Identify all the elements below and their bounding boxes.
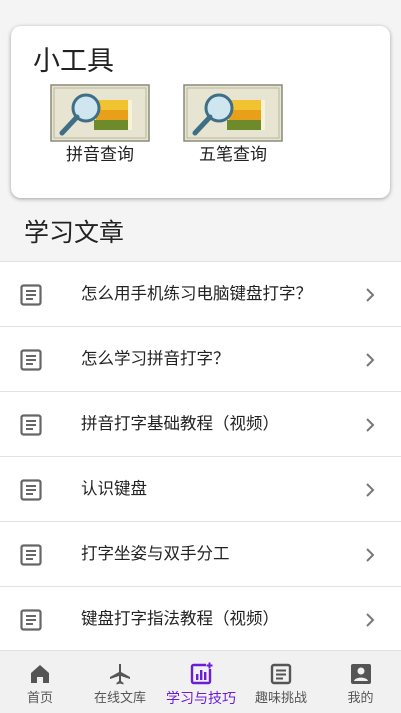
nav-item-profile[interactable]: 我的	[320, 651, 401, 713]
nav-label: 我的	[347, 691, 374, 706]
airplane-icon	[110, 664, 130, 685]
article-row[interactable]: 键盘打字指法教程（视频）	[0, 587, 401, 652]
book-magnifier-icon	[183, 84, 283, 142]
book-magnifier-icon	[50, 84, 150, 142]
document-icon	[20, 479, 42, 501]
article-row[interactable]: 打字坐姿与双手分工	[0, 522, 401, 587]
nav-item-learning[interactable]: 学习与技巧	[160, 651, 242, 713]
chevron-right-icon	[366, 548, 375, 562]
nav-item-library[interactable]: 在线文库	[80, 651, 160, 713]
tool-label: 拼音查询	[66, 145, 134, 165]
chevron-right-icon	[366, 613, 375, 627]
document-icon	[20, 414, 42, 436]
chevron-right-icon	[366, 418, 375, 432]
document-icon	[20, 609, 42, 631]
article-title: 怎么学习拼音打字？	[81, 349, 230, 368]
document-icon	[20, 544, 42, 566]
tools-title: 小工具	[33, 46, 114, 77]
home-icon	[31, 665, 49, 683]
article-title: 认识键盘	[81, 479, 147, 498]
article-row[interactable]: 怎么用手机练习电脑键盘打字？	[0, 262, 401, 327]
profile-icon	[350, 664, 371, 684]
chevron-right-icon	[366, 353, 375, 367]
tools-card: 小工具 拼音查询 五笔查询	[11, 26, 390, 198]
document-icon	[20, 349, 42, 371]
article-row[interactable]: 认识键盘	[0, 457, 401, 522]
nav-label: 首页	[26, 691, 53, 706]
article-title: 打字坐姿与双手分工	[81, 544, 230, 563]
article-title: 拼音打字基础教程（视频）	[81, 414, 279, 433]
nav-label: 趣味挑战	[254, 691, 307, 706]
articles-title: 学习文章	[24, 218, 125, 247]
article-title: 怎么用手机练习电脑键盘打字？	[81, 284, 312, 303]
chevron-right-icon	[366, 483, 375, 497]
wubi-lookup-tool[interactable]: 五笔查询	[183, 84, 283, 166]
article-list: 怎么用手机练习电脑键盘打字？ 怎么学习拼音打字？ 拼音打字基础教程（视频） 认识…	[0, 261, 401, 652]
nav-label: 在线文库	[93, 691, 146, 706]
bottom-nav: 首页 在线文库 学习与技巧 趣味挑战 我的	[0, 650, 401, 713]
article-row[interactable]: 拼音打字基础教程（视频）	[0, 392, 401, 457]
list-icon	[270, 663, 292, 685]
chevron-right-icon	[366, 288, 375, 302]
chart-icon	[190, 662, 213, 685]
tool-label: 五笔查询	[199, 145, 267, 165]
document-icon	[20, 284, 42, 306]
nav-item-home[interactable]: 首页	[0, 651, 80, 713]
nav-label: 学习与技巧	[166, 691, 236, 707]
pinyin-lookup-tool[interactable]: 拼音查询	[50, 84, 150, 166]
article-row[interactable]: 怎么学习拼音打字？	[0, 327, 401, 392]
article-title: 键盘打字指法教程（视频）	[81, 609, 279, 628]
nav-item-challenge[interactable]: 趣味挑战	[242, 651, 320, 713]
